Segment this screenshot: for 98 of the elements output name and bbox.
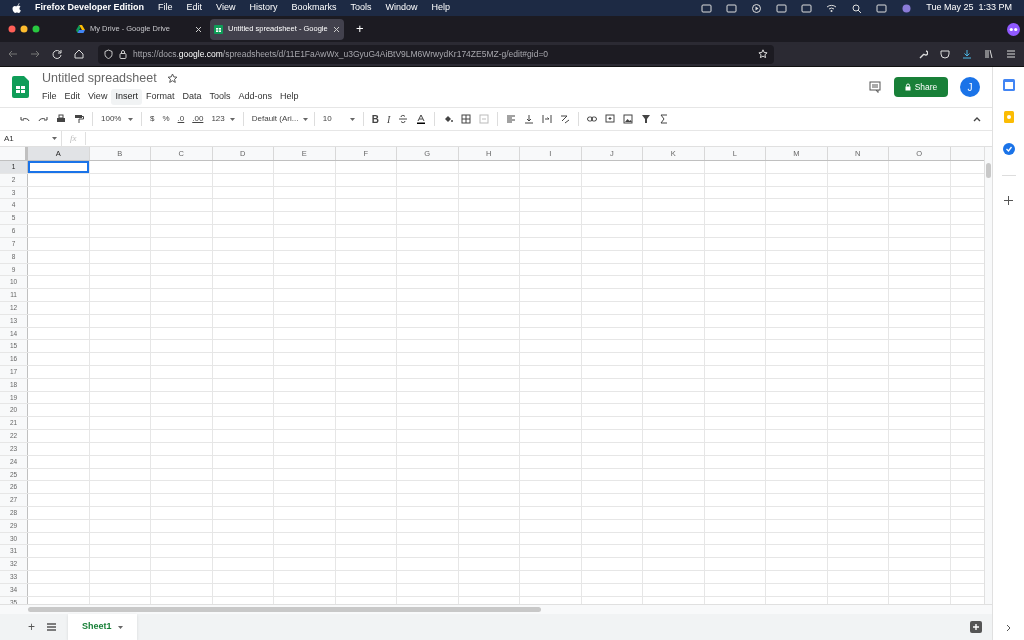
menu-icon[interactable] <box>1006 49 1016 59</box>
undo-icon[interactable] <box>20 114 30 124</box>
currency-button[interactable]: $ <box>150 113 155 125</box>
caret-icon <box>52 137 57 140</box>
lock-icon <box>904 83 911 91</box>
zoom-dropdown[interactable]: 100% <box>101 113 133 125</box>
caret-icon <box>117 625 123 629</box>
print-icon[interactable] <box>56 114 66 124</box>
share-button[interactable]: Share <box>894 77 948 97</box>
text-rotate-icon[interactable] <box>560 114 571 124</box>
add-icon[interactable] <box>1004 196 1013 205</box>
search-icon <box>851 2 863 14</box>
paint-format-icon[interactable] <box>74 114 84 124</box>
link-icon[interactable] <box>587 114 598 124</box>
menu-item[interactable]: File <box>38 89 61 105</box>
scrollbar-thumb[interactable] <box>28 607 541 612</box>
caret-icon <box>229 117 235 121</box>
avatar[interactable]: J <box>960 77 980 97</box>
new-tab-button[interactable]: + <box>350 19 370 39</box>
redo-icon[interactable] <box>38 114 48 124</box>
caret-icon <box>128 117 133 121</box>
strikethrough-icon[interactable] <box>398 114 409 124</box>
sheets-logo-icon <box>12 76 29 98</box>
text-color-icon[interactable] <box>416 114 427 124</box>
clock: Tue May 25 1:33 PM <box>926 1 1012 15</box>
comment-icon[interactable] <box>869 81 881 93</box>
number-format-dropdown[interactable]: 123 <box>211 113 235 125</box>
fx-label: fx <box>62 131 86 146</box>
wifi-icon <box>826 2 838 14</box>
insert-image-icon[interactable] <box>623 114 634 124</box>
pocket-icon[interactable] <box>940 49 950 59</box>
selected-cell[interactable] <box>28 161 90 173</box>
caret-icon <box>303 117 309 121</box>
reload-icon[interactable] <box>52 49 62 59</box>
url-text: https://docs.google.com/spreadsheets/d/11E1FaAwWx_u3GyuG4AiBtV9LM6WrwydKr174ZE5MZ-g/edit#gid=0 <box>133 47 550 61</box>
wrench-icon[interactable] <box>918 49 928 59</box>
address-bar[interactable]: https://docs.google.com/spreadsheets/d/11E1FaAwWx_u3GyuG4AiBtV9LM6WrwydKr174ZE5MZ-g/edit#gid=0 <box>98 44 774 64</box>
menu-item[interactable]: View <box>216 1 236 15</box>
bookmark-star-icon[interactable] <box>758 49 768 59</box>
menu-item[interactable]: Format <box>141 89 179 105</box>
explore-icon[interactable] <box>970 621 982 633</box>
play-icon <box>751 2 763 14</box>
menu-item[interactable]: Help <box>431 1 450 15</box>
vertical-align-icon[interactable] <box>524 114 535 124</box>
apple-logo-icon[interactable] <box>12 3 21 13</box>
drive-icon <box>76 25 85 33</box>
menu-item[interactable]: View <box>84 89 112 105</box>
all-sheets-icon[interactable] <box>47 623 56 631</box>
shield-icon <box>104 49 113 59</box>
menu-item[interactable]: Tools <box>205 89 235 105</box>
filter-icon[interactable] <box>641 114 652 124</box>
document-title[interactable]: Untitled spreadsheet <box>42 69 157 89</box>
menu-item[interactable]: File <box>158 1 173 15</box>
star-icon[interactable] <box>166 73 178 85</box>
menu-item[interactable]: Edit <box>186 1 203 15</box>
bold-button[interactable]: B <box>371 111 379 127</box>
mask-icon[interactable] <box>1007 22 1020 36</box>
library-icon[interactable] <box>984 49 994 59</box>
scrollbar-thumb[interactable] <box>986 163 991 178</box>
decrease-decimals-button[interactable]: .0 <box>177 113 185 125</box>
menu-item[interactable]: Tools <box>350 1 372 15</box>
download-icon[interactable] <box>962 49 972 59</box>
forward-icon[interactable] <box>30 49 40 59</box>
menu-item[interactable]: History <box>249 1 278 15</box>
close-icon[interactable] <box>195 25 202 33</box>
expand-icon[interactable] <box>1005 624 1012 632</box>
calendar-icon[interactable] <box>1002 79 1015 91</box>
menu-item[interactable]: Bookmarks <box>291 1 337 15</box>
siri-icon <box>901 2 913 14</box>
menu-item[interactable]: Edit <box>60 89 85 105</box>
increase-decimals-button[interactable]: .00 <box>192 113 204 125</box>
home-icon[interactable] <box>74 49 84 59</box>
caret-icon <box>349 117 355 121</box>
sheet-tab[interactable]: Sheet1 <box>68 614 137 640</box>
italic-button[interactable]: I <box>386 111 391 127</box>
fill-color-icon[interactable] <box>443 114 454 124</box>
menu-item[interactable]: Data <box>178 89 206 105</box>
name-box[interactable]: A1 <box>0 131 62 146</box>
insert-comment-icon[interactable] <box>605 114 616 124</box>
tasks-icon[interactable] <box>1002 143 1015 155</box>
functions-icon[interactable] <box>659 114 670 124</box>
lock-icon <box>119 49 127 59</box>
menu-item[interactable]: Add-ons <box>234 89 276 105</box>
app-menu[interactable]: Firefox Developer Edition <box>35 1 145 15</box>
borders-icon[interactable] <box>461 114 472 124</box>
align-left-icon[interactable] <box>506 114 517 124</box>
menu-item[interactable]: Insert <box>111 89 142 105</box>
back-icon[interactable] <box>8 49 18 59</box>
font-dropdown[interactable]: Default (Ari... <box>251 113 306 125</box>
merge-cells-icon[interactable] <box>479 114 490 124</box>
add-sheet-button[interactable]: + <box>28 618 35 636</box>
sheets-icon <box>214 24 223 34</box>
percent-button[interactable]: % <box>162 113 170 125</box>
text-wrap-icon[interactable] <box>542 114 553 124</box>
font-size-dropdown[interactable]: 10 <box>322 113 355 125</box>
menu-item[interactable]: Window <box>385 1 418 15</box>
menu-item[interactable]: Help <box>276 89 303 105</box>
close-icon[interactable] <box>333 25 340 33</box>
